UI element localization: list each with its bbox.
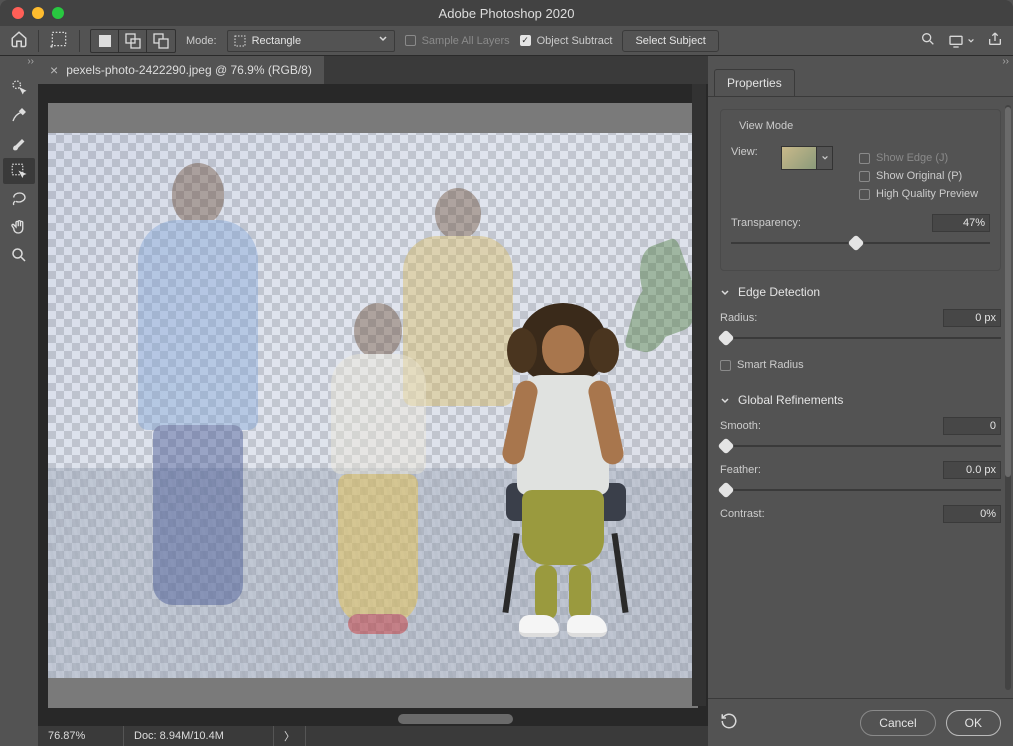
object-subtract-checkbox[interactable]: Object Subtract: [520, 35, 613, 47]
high-quality-preview-checkbox[interactable]: High Quality Preview: [859, 188, 990, 200]
horizontal-scrollbar-thumb[interactable]: [398, 714, 513, 724]
document-area: × pexels-photo-2422290.jpeg @ 76.9% (RGB…: [38, 56, 708, 746]
cancel-button[interactable]: Cancel: [860, 710, 935, 736]
show-edge-checkbox: Show Edge (J): [859, 152, 990, 164]
document-tab[interactable]: × pexels-photo-2422290.jpeg @ 76.9% (RGB…: [38, 56, 324, 84]
home-icon[interactable]: [10, 30, 28, 51]
object-selection-tool[interactable]: [3, 158, 35, 184]
view-thumbnail[interactable]: [781, 146, 817, 170]
panel-footer: Cancel OK: [708, 698, 1013, 746]
transparency-field[interactable]: [932, 214, 990, 232]
properties-panel: Properties View Mode View: S: [708, 68, 1013, 746]
reset-icon[interactable]: [720, 712, 738, 733]
tool-panel-expand-icon[interactable]: ››: [0, 56, 38, 68]
search-icon[interactable]: [920, 31, 936, 50]
panel-collapse-icon[interactable]: ››: [708, 56, 1013, 68]
status-expand-icon[interactable]: 〉: [274, 726, 306, 746]
zoom-level[interactable]: 76.87%: [38, 726, 124, 746]
ok-button[interactable]: OK: [946, 710, 1001, 736]
share-icon[interactable]: [987, 31, 1003, 50]
feather-field[interactable]: [943, 461, 1001, 479]
radius-field[interactable]: [943, 309, 1001, 327]
selection-mode-group: [90, 29, 176, 53]
close-tab-icon[interactable]: ×: [50, 62, 58, 78]
quick-selection-tool[interactable]: [3, 74, 35, 100]
smart-radius-checkbox[interactable]: Smart Radius: [720, 359, 1001, 371]
minimize-window-button[interactable]: [32, 7, 44, 19]
title-bar: Adobe Photoshop 2020: [0, 0, 1013, 26]
app-title: Adobe Photoshop 2020: [0, 6, 1013, 21]
show-original-checkbox[interactable]: Show Original (P): [859, 170, 990, 182]
brush-tool[interactable]: [3, 130, 35, 156]
view-mode-title: View Mode: [735, 120, 797, 132]
maximize-window-button[interactable]: [52, 7, 64, 19]
feather-label: Feather:: [720, 464, 761, 476]
view-mode-group: View Mode View: Show Edge (J): [720, 109, 1001, 271]
document-tabs: × pexels-photo-2422290.jpeg @ 76.9% (RGB…: [38, 56, 708, 84]
tool-strip: [0, 68, 38, 270]
properties-tab[interactable]: Properties: [714, 69, 795, 96]
select-subject-button[interactable]: Select Subject: [622, 30, 718, 52]
document-tab-title: pexels-photo-2422290.jpeg @ 76.9% (RGB/8…: [66, 63, 312, 77]
options-bar: Mode: Rectangle Sample All Layers Object…: [0, 26, 1013, 56]
feather-slider[interactable]: [720, 483, 1001, 497]
selected-subject: [468, 303, 658, 613]
object-subtract-label: Object Subtract: [537, 35, 613, 47]
refine-edge-brush-tool[interactable]: [3, 102, 35, 128]
screen-mode-icon[interactable]: [948, 33, 975, 49]
doc-size[interactable]: Doc: 8.94M/10.4M: [124, 726, 274, 746]
smooth-field[interactable]: [943, 417, 1001, 435]
subtract-selection-button[interactable]: [147, 30, 175, 52]
status-bar: 76.87% Doc: 8.94M/10.4M 〉: [38, 726, 708, 746]
smooth-label: Smooth:: [720, 420, 761, 432]
sample-all-layers-label: Sample All Layers: [422, 35, 510, 47]
add-selection-button[interactable]: [119, 30, 147, 52]
transparency-label: Transparency:: [731, 217, 801, 229]
chevron-down-icon: [378, 34, 388, 47]
edge-detection-header[interactable]: Edge Detection: [720, 285, 1001, 299]
smooth-slider[interactable]: [720, 439, 1001, 453]
current-tool-icon[interactable]: [49, 29, 69, 52]
view-dropdown-button[interactable]: [817, 146, 833, 170]
transparency-slider[interactable]: [731, 236, 990, 250]
hand-tool[interactable]: [3, 214, 35, 240]
sample-all-layers-checkbox: Sample All Layers: [405, 35, 510, 47]
lasso-tool[interactable]: [3, 186, 35, 212]
new-selection-button[interactable]: [91, 30, 119, 52]
close-window-button[interactable]: [12, 7, 24, 19]
mode-label: Mode:: [186, 35, 217, 47]
global-refinements-header[interactable]: Global Refinements: [720, 393, 1001, 407]
vertical-scrollbar[interactable]: [692, 84, 706, 706]
canvas-viewport[interactable]: [38, 84, 708, 726]
view-label: View:: [731, 146, 773, 158]
window-controls: [12, 7, 64, 19]
mode-value: Rectangle: [252, 35, 302, 47]
contrast-field[interactable]: [943, 505, 1001, 523]
radius-slider[interactable]: [720, 331, 1001, 345]
divider: [79, 30, 80, 52]
zoom-tool[interactable]: [3, 242, 35, 268]
mode-dropdown[interactable]: Rectangle: [227, 30, 395, 52]
canvas[interactable]: [48, 103, 698, 708]
contrast-label: Contrast:: [720, 508, 765, 520]
radius-label: Radius:: [720, 312, 757, 324]
divider: [38, 30, 39, 52]
panel-scrollbar[interactable]: [1005, 105, 1011, 690]
